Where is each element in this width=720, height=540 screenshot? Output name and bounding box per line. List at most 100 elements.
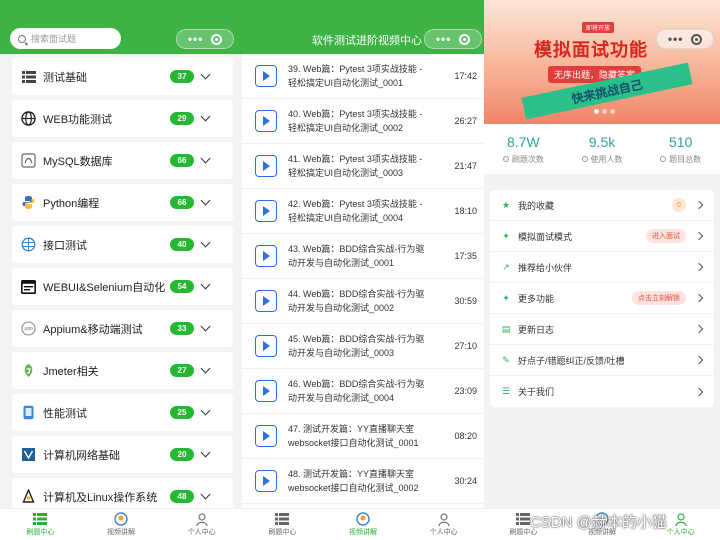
category-item[interactable]: WEBUI&Selenium自动化 54 [12, 268, 233, 305]
video-title: 40. Web篇：Pytest 3项实战技能 - 轻松搞定UI自动化测试_000… [288, 109, 423, 133]
tab-label: 视频讲解 [349, 529, 377, 536]
play-icon[interactable] [255, 335, 277, 357]
search-placeholder: 搜索面试题 [31, 34, 77, 44]
video-icon [356, 512, 370, 526]
play-icon[interactable] [255, 290, 277, 312]
more-icon: ••• [667, 32, 684, 46]
video-title: 48. 测试开发篇：YY直播聊天室websocket接口自动化测试_0002 [288, 469, 419, 493]
banner-tag: 即将开放 [582, 22, 615, 33]
menu-label: 好点子/错题纠正/反馈/吐槽 [518, 355, 625, 366]
list-icon [275, 512, 290, 526]
chevron-down-icon[interactable] [200, 111, 211, 122]
chevron-down-icon[interactable] [200, 405, 211, 416]
search-icon [18, 34, 26, 43]
search-input[interactable]: 搜索面试题 [10, 28, 121, 49]
chevron-down-icon[interactable] [200, 237, 211, 248]
video-list-item[interactable]: 47. 测试开发篇：YY直播聊天室websocket接口自动化测试_0001 08… [242, 414, 484, 459]
menu-item[interactable]: ▤ 更新日志 [490, 314, 714, 345]
tab-video[interactable]: 视频讲解 [323, 509, 404, 540]
video-list-item[interactable]: 42. Web篇：Pytest 3项实战技能 - 轻松搞定UI自动化测试_000… [242, 189, 484, 234]
video-center-screen: 软件测试进阶视频中心 ••• 39. Web篇：Pytest 3项实战技能 - … [242, 0, 484, 540]
tab-label: 刷题中心 [268, 529, 297, 536]
video-title: 46. Web篇：BDD综合实战-行为驱动开发与自动化测试_0004 [288, 379, 425, 403]
menu-label: 推荐给小伙伴 [518, 262, 573, 273]
category-item[interactable]: 性能测试 25 [12, 394, 233, 431]
menu-item[interactable]: ✦ 更多功能 点击立刻解锁 [490, 283, 714, 314]
category-item[interactable]: WEB功能测试 29 [12, 100, 233, 137]
menu-pill[interactable]: 点击立刻解锁 [632, 291, 686, 305]
category-item[interactable]: Jmeter相关 27 [12, 352, 233, 389]
tab-question-center[interactable]: 刷题中心 [0, 509, 81, 540]
chevron-down-icon[interactable] [200, 69, 211, 80]
eye-icon [502, 156, 509, 162]
chevron-down-icon[interactable] [200, 363, 211, 374]
play-icon[interactable] [255, 245, 277, 267]
category-item[interactable]: 测试基础 37 [12, 58, 233, 95]
close-icon [691, 33, 703, 45]
more-icon: ••• [187, 32, 204, 46]
miniapp-menu-capsule[interactable]: ••• [656, 29, 714, 49]
category-item[interactable]: 接口测试 40 [12, 226, 233, 263]
play-icon[interactable] [255, 425, 277, 447]
video-title: 41. Web篇：Pytest 3项实战技能 - 轻松搞定UI自动化测试_000… [288, 154, 423, 178]
chevron-right-icon [694, 387, 704, 396]
video-list-item[interactable]: 44. Web篇：BDD综合实战-行为驱动开发与自动化测试_0002 30:59 [242, 279, 484, 324]
play-icon[interactable] [255, 470, 277, 492]
more-icon: ••• [435, 32, 452, 46]
chevron-down-icon[interactable] [200, 489, 211, 500]
category-label: Jmeter相关 [43, 365, 99, 378]
browser-icon [20, 278, 37, 295]
category-count-badge: 29 [170, 112, 194, 125]
chevron-down-icon[interactable] [200, 447, 211, 458]
category-item[interactable]: Python编程 66 [12, 184, 233, 221]
play-icon[interactable] [255, 380, 277, 402]
tab-profile[interactable]: 个人中心 [161, 509, 242, 540]
category-count-badge: 66 [170, 196, 194, 209]
chevron-down-icon[interactable] [200, 153, 211, 164]
menu-item[interactable]: ✦ 模拟面试模式 进入面试 [490, 221, 714, 252]
category-count-badge: 27 [170, 364, 194, 377]
video-list-item[interactable]: 41. Web篇：Pytest 3项实战技能 - 轻松搞定UI自动化测试_000… [242, 144, 484, 189]
stat-label: 刷题次数 [511, 154, 544, 164]
bottom-tab-bar: 刷题中心 视频讲解 个人中心 [242, 508, 484, 540]
stat-question-total: 510 题目总数 [641, 124, 720, 174]
chevron-down-icon[interactable] [200, 321, 211, 332]
menu-pill[interactable]: 进入面试 [646, 229, 686, 243]
tab-profile[interactable]: 个人中心 [403, 509, 484, 540]
menu-item[interactable]: ✎ 好点子/错题纠正/反馈/吐槽 [490, 345, 714, 376]
category-item[interactable]: APP Appium&移动端测试 33 [12, 310, 233, 347]
promo-banner[interactable]: 即将开放 模拟面试功能 无序出题，隐藏答案 快来挑战自己 ••• [484, 0, 720, 124]
video-duration: 26:27 [454, 116, 477, 126]
video-list-item[interactable]: 40. Web篇：Pytest 3项实战技能 - 轻松搞定UI自动化测试_000… [242, 99, 484, 144]
document-icon [660, 156, 667, 162]
miniapp-menu-capsule[interactable]: ••• [176, 29, 234, 49]
play-icon[interactable] [255, 65, 277, 87]
chevron-down-icon[interactable] [200, 195, 211, 206]
category-label: 性能测试 [43, 407, 87, 420]
menu-item[interactable]: ★ 我的收藏 0 [490, 190, 714, 221]
menu-item[interactable]: ↗ 推荐给小伙伴 [490, 252, 714, 283]
close-icon [459, 33, 471, 45]
video-list-item[interactable]: 43. Web篇：BDD综合实战-行为驱动开发与自动化测试_0001 17:35 [242, 234, 484, 279]
chevron-down-icon[interactable] [200, 279, 211, 290]
video-list-item[interactable]: 45. Web篇：BDD综合实战-行为驱动开发与自动化测试_0003 27:10 [242, 324, 484, 369]
play-icon[interactable] [255, 110, 277, 132]
video-list-item[interactable]: 46. Web篇：BDD综合实战-行为驱动开发与自动化测试_0004 23:09 [242, 369, 484, 414]
category-item[interactable]: MySQL数据库 66 [12, 142, 233, 179]
tab-video[interactable]: 视频讲解 [81, 509, 162, 540]
category-item[interactable]: 计算机网络基础 20 [12, 436, 233, 473]
network-icon [20, 236, 37, 253]
video-list-item[interactable]: 48. 测试开发篇：YY直播聊天室websocket接口自动化测试_0002 30… [242, 459, 484, 504]
video-list-item[interactable]: 39. Web篇：Pytest 3项实战技能 - 轻松搞定UI自动化测试_000… [242, 54, 484, 99]
play-icon[interactable] [255, 200, 277, 222]
menu-item[interactable]: ☰ 关于我们 [490, 376, 714, 407]
category-label: 测试基础 [43, 71, 87, 84]
svg-text:APP: APP [24, 326, 33, 332]
list-icon [33, 512, 48, 526]
category-label: Appium&移动端测试 [43, 323, 143, 336]
profile-menu: ★ 我的收藏 0 ✦ 模拟面试模式 进入面试 ↗ 推荐给小伙伴 ✦ 更多功能 点击立刻解锁 ▤ 更新日志… [490, 190, 714, 407]
category-count-badge: 37 [170, 70, 194, 83]
miniapp-menu-capsule[interactable]: ••• [424, 29, 482, 49]
tab-question-center[interactable]: 刷题中心 [242, 509, 323, 540]
play-icon[interactable] [255, 155, 277, 177]
